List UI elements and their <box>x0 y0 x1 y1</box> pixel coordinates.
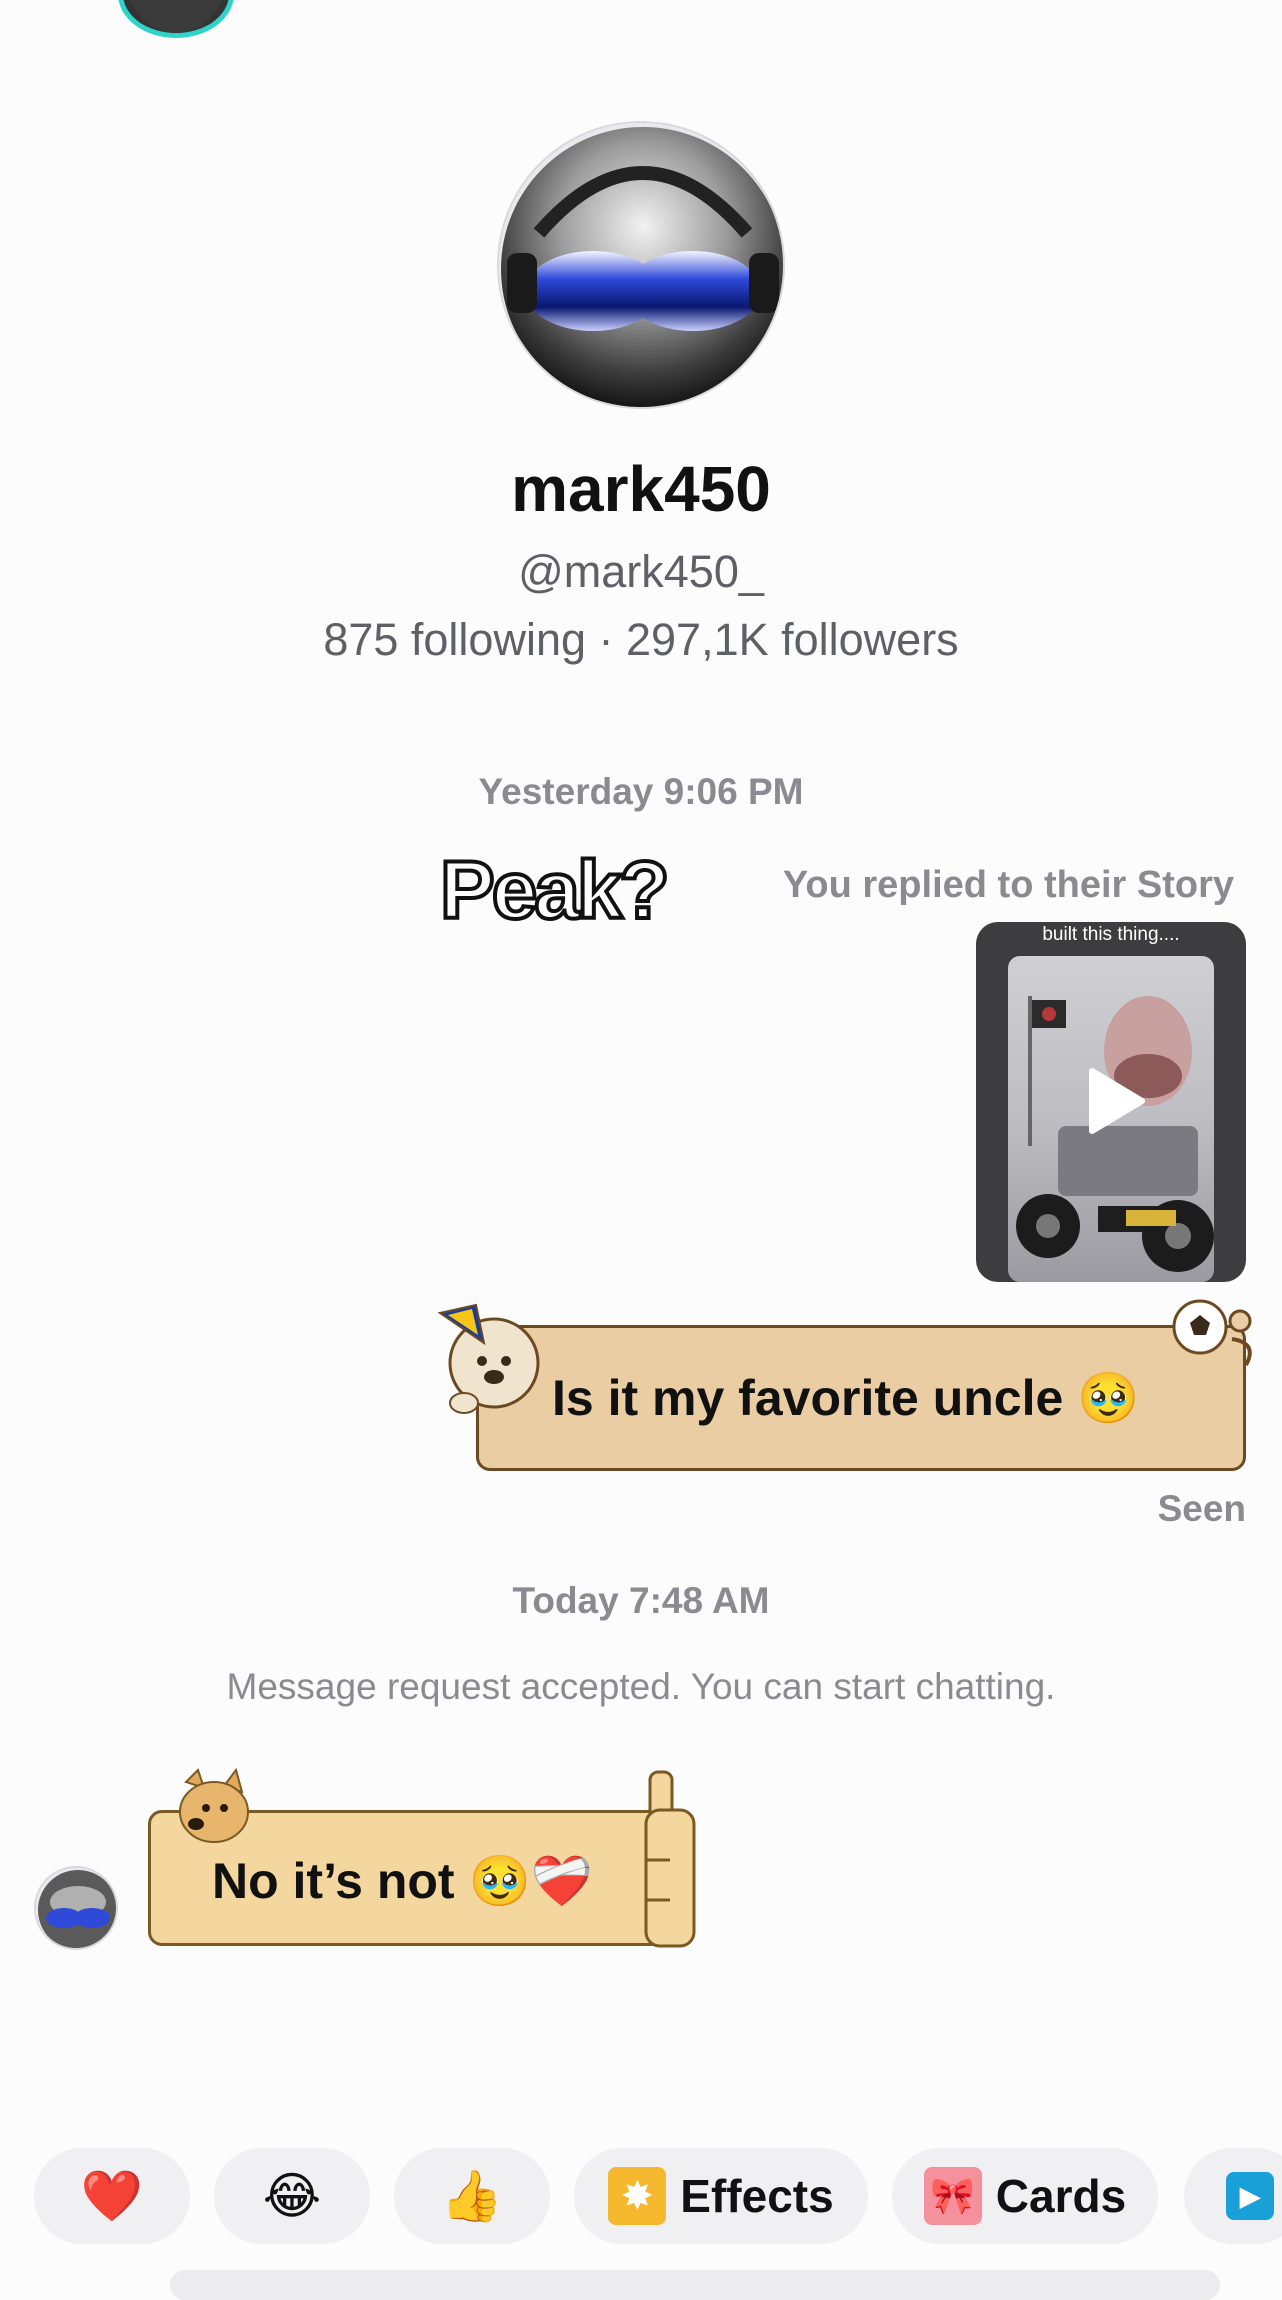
incoming-message-text: No it’s not 🥹❤️‍🩹 <box>212 1853 593 1909</box>
effects-button[interactable]: ✸ Effects <box>574 2148 868 2244</box>
laughing-face-icon: 😂 <box>262 2167 322 2225</box>
story-caption: built this thing.... <box>1042 924 1180 945</box>
dog-sticker-icon <box>437 1303 540 1414</box>
outgoing-message-text: Is it my favorite uncle 🥹 <box>552 1370 1140 1426</box>
request-accepted-note: Message request accepted. You can start … <box>226 1666 1056 1707</box>
follow-stats: 875 following · 297,1K followers <box>323 614 959 665</box>
header-avatar[interactable] <box>118 0 234 38</box>
cards-label: Cards <box>995 2170 1127 2222</box>
sender-avatar[interactable] <box>34 1866 118 1950</box>
message-input-edge[interactable] <box>170 2270 1220 2300</box>
timestamp-yesterday: Yesterday 9:06 PM <box>478 771 804 812</box>
react-thumbs-up-button[interactable]: 👍 <box>394 2148 550 2244</box>
cards-button[interactable]: 🎀 Cards <box>892 2148 1158 2244</box>
back-arrow-icon[interactable] <box>55 0 85 12</box>
profile-avatar[interactable] <box>497 121 785 409</box>
quick-reaction-bar: ❤️ 😂 👍 ✸ Effects 🎀 Cards ▶ <box>0 2148 1282 2244</box>
incoming-message-bubble[interactable]: No it’s not 🥹❤️‍🩹 <box>148 1768 696 1948</box>
thumbs-up-icon: 👍 <box>440 2166 504 2225</box>
doge-sticker-icon <box>179 1768 249 1843</box>
heart-icon: ❤️ <box>80 2166 144 2225</box>
story-reply-sticker[interactable]: Peak? <box>438 843 672 938</box>
react-heart-button[interactable]: ❤️ <box>34 2148 190 2244</box>
story-thumbnail[interactable]: built this thing.... <box>976 922 1246 1282</box>
effects-label: Effects <box>680 2170 834 2222</box>
display-name: mark450 <box>511 453 771 525</box>
soccer-ball-icon <box>1172 1299 1252 1366</box>
scroll-roll-icon <box>644 1770 696 1948</box>
timestamp-today: Today 7:48 AM <box>512 1580 770 1621</box>
seen-status: Seen <box>1157 1488 1246 1529</box>
play-square-icon: ▶ <box>1226 2172 1274 2220</box>
story-reply-label: You replied to their Story <box>782 864 1234 906</box>
ribbon-icon: 🎀 <box>923 2167 982 2225</box>
more-actions-button[interactable]: ▶ <box>1184 2148 1282 2244</box>
username: @mark450_ <box>518 546 764 597</box>
sparkle-icon: ✸ <box>608 2167 667 2225</box>
outgoing-message-bubble[interactable]: Is it my favorite uncle 🥹 <box>437 1299 1252 1471</box>
react-laugh-button[interactable]: 😂 <box>214 2148 370 2244</box>
play-icon[interactable] <box>1086 1067 1146 1135</box>
